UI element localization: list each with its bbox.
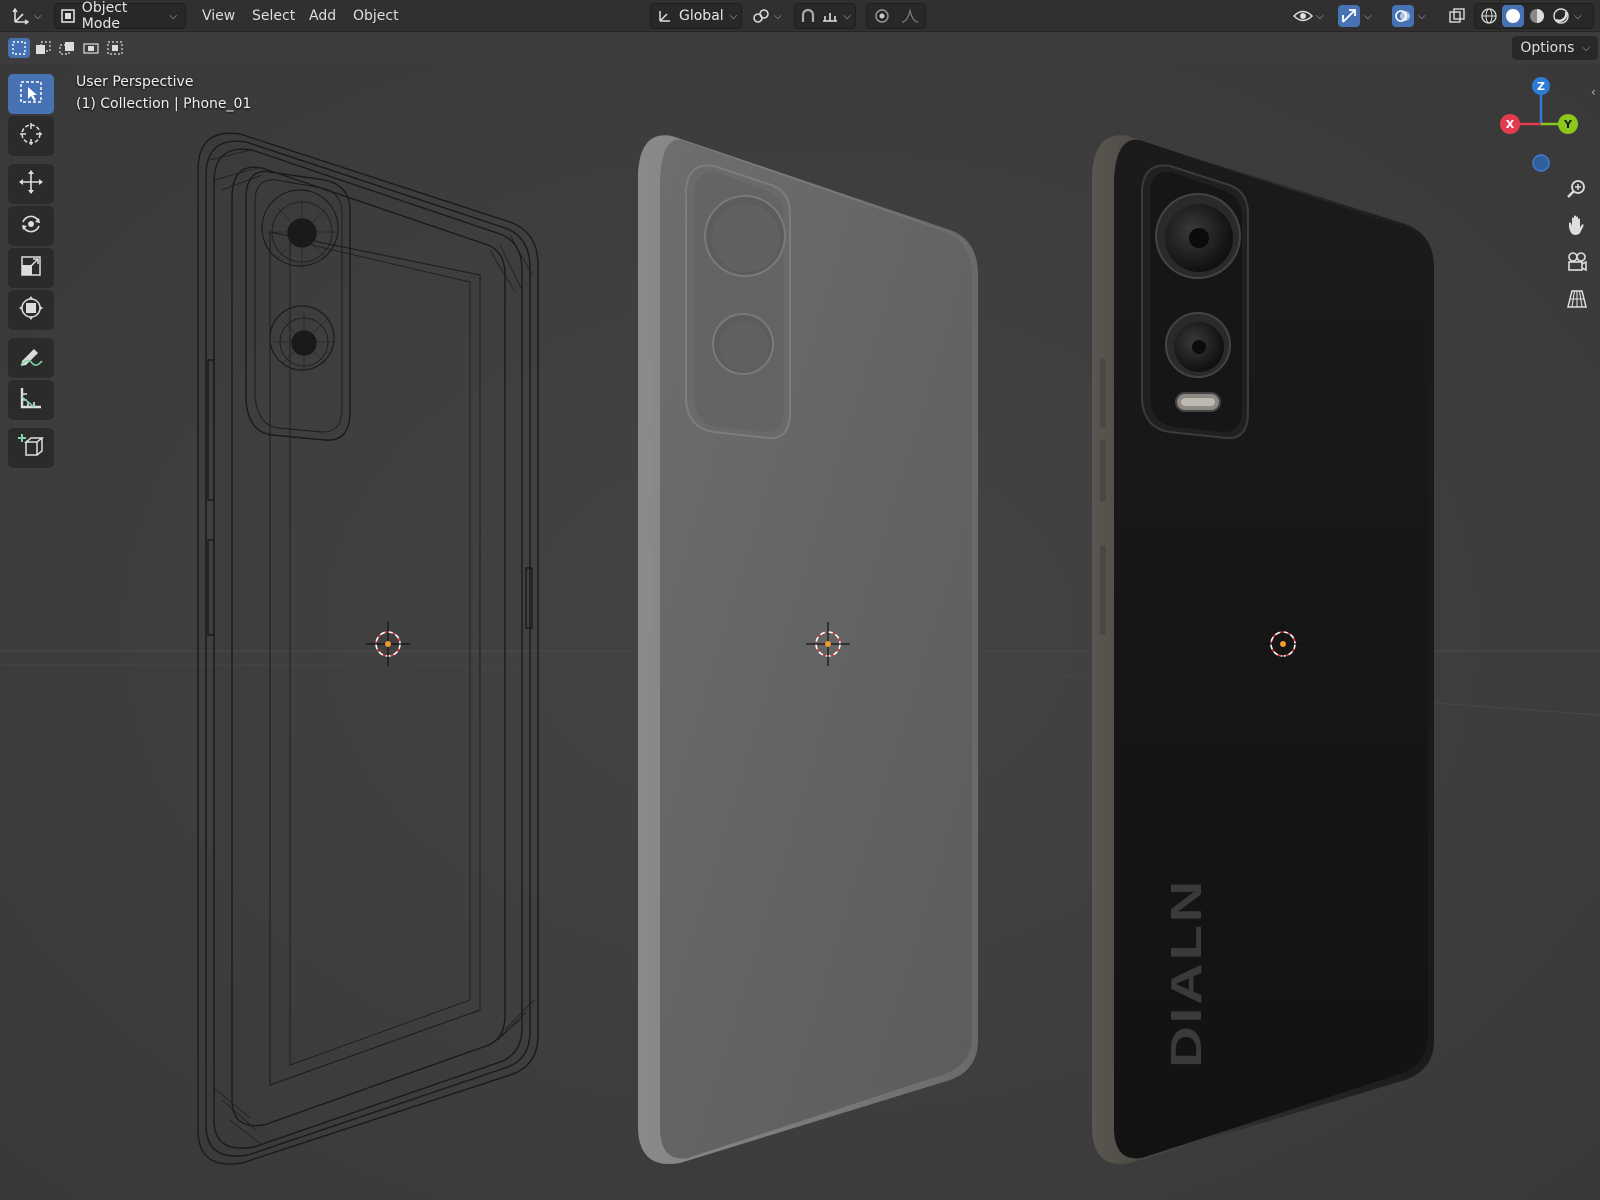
- editor-type-dropdown[interactable]: ⌵: [10, 3, 46, 29]
- tool-cursor[interactable]: [8, 116, 54, 156]
- chevron-down-icon: ⌵: [1582, 42, 1590, 54]
- select-box-icon: [18, 79, 44, 109]
- zoom-button[interactable]: [1560, 174, 1594, 208]
- options-label: Options: [1520, 40, 1575, 56]
- menu-add[interactable]: Add: [303, 3, 342, 29]
- tool-add-cube[interactable]: [8, 428, 54, 468]
- mode-label: Object Mode: [81, 0, 128, 32]
- menu-select[interactable]: Select: [246, 3, 301, 29]
- chevron-down-icon: ⌵: [34, 10, 42, 22]
- material-preview-icon[interactable]: [1526, 5, 1548, 27]
- falloff-curve-icon[interactable]: [899, 5, 921, 27]
- chevron-down-icon: ⌵: [1574, 10, 1582, 22]
- sidebar-toggle[interactable]: ‹: [1591, 84, 1600, 99]
- solid-shading-icon[interactable]: [1502, 5, 1524, 27]
- xray-toggle[interactable]: [1446, 3, 1468, 29]
- tool-select-box[interactable]: [8, 74, 54, 114]
- viewport-canvas[interactable]: DIALN Z X Y: [0, 0, 1600, 1200]
- menu-object[interactable]: Object: [347, 3, 405, 29]
- grid-axes-icon: [10, 5, 32, 27]
- tool-measure[interactable]: [8, 380, 54, 420]
- chevron-down-icon: ⌵: [1418, 10, 1426, 22]
- measure-icon: [18, 385, 44, 415]
- collection-info-label: (1) Collection | Phone_01: [76, 96, 252, 112]
- tool-move[interactable]: [8, 164, 54, 204]
- mode-dropdown[interactable]: Object Mode ⌵: [54, 0, 186, 32]
- cursor-icon: [18, 121, 44, 151]
- select-mode-extend-icon[interactable]: [32, 38, 54, 58]
- gizmo-x-label: X: [1506, 118, 1515, 131]
- select-mode-new-icon[interactable]: [8, 38, 30, 58]
- snapping-group[interactable]: ⌵: [794, 3, 856, 29]
- gizmo-toggle-group[interactable]: ⌵: [1338, 3, 1384, 29]
- shading-mode-group[interactable]: ⌵: [1474, 3, 1594, 29]
- camera-icon: [1566, 251, 1588, 277]
- chevron-down-icon: ⌵: [1364, 10, 1372, 22]
- overlays-icon[interactable]: [1392, 5, 1414, 27]
- orientation-icon: [657, 5, 673, 27]
- chevron-down-icon: ⌵: [169, 10, 177, 22]
- wireframe-shading-icon[interactable]: [1478, 5, 1500, 27]
- pivot-point-dropdown[interactable]: ⌵: [750, 3, 788, 29]
- annotate-pencil-icon: [18, 343, 44, 373]
- viewport-header: ⌵ Object Mode ⌵ View Select Add Object G…: [0, 0, 1600, 32]
- gizmo-z-label: Z: [1537, 80, 1545, 93]
- hand-icon: [1566, 214, 1588, 240]
- tool-scale[interactable]: [8, 248, 54, 288]
- select-mode-intersect-icon[interactable]: [104, 38, 126, 58]
- proportional-edit-icon[interactable]: [871, 5, 893, 27]
- move-icon: [18, 169, 44, 199]
- magnet-icon[interactable]: [799, 5, 817, 27]
- zoom-icon: [1566, 178, 1588, 204]
- chevron-down-icon: ⌵: [774, 10, 782, 22]
- rendered-shading-icon[interactable]: [1550, 5, 1572, 27]
- xray-icon: [1446, 5, 1468, 27]
- view-name-label: User Perspective: [76, 74, 194, 90]
- tool-annotate[interactable]: [8, 338, 54, 378]
- tool-rotate[interactable]: [8, 206, 54, 246]
- scale-icon: [18, 253, 44, 283]
- menu-view[interactable]: View: [196, 3, 241, 29]
- add-cube-icon: [17, 432, 45, 464]
- overlays-group[interactable]: ⌵: [1392, 3, 1438, 29]
- chevron-down-icon: ⌵: [1316, 10, 1324, 22]
- eye-icon: [1292, 5, 1314, 27]
- rotate-icon: [18, 211, 44, 241]
- gizmo-toggle-icon[interactable]: [1338, 5, 1360, 27]
- chevron-down-icon: ⌵: [843, 10, 851, 22]
- options-dropdown[interactable]: Options ⌵: [1512, 36, 1598, 60]
- chevron-down-icon: ⌵: [729, 10, 738, 22]
- tool-settings-row: [0, 32, 1600, 64]
- perspective-toggle-button[interactable]: [1560, 284, 1594, 318]
- textured-black-phone[interactable]: DIALN: [1092, 135, 1434, 1165]
- tool-transform[interactable]: [8, 290, 54, 330]
- link-icon: [750, 5, 772, 27]
- chevron-left-icon: ‹: [1591, 85, 1596, 99]
- pan-button[interactable]: [1560, 210, 1594, 244]
- proportional-editing-group[interactable]: [866, 3, 926, 29]
- transform-icon: [18, 295, 44, 325]
- select-mode-invert-icon[interactable]: [80, 38, 102, 58]
- phone-logo: DIALN: [1162, 878, 1211, 1068]
- transform-orientation-dropdown[interactable]: Global ⌵: [650, 3, 742, 29]
- select-mode-subtract-icon[interactable]: [56, 38, 78, 58]
- object-mode-icon: [61, 5, 76, 27]
- grid-perspective-icon: [1566, 288, 1588, 314]
- solid-grey-phone[interactable]: [638, 135, 978, 1165]
- camera-view-button[interactable]: [1560, 247, 1594, 281]
- orientation-label: Global: [679, 8, 724, 24]
- visibility-dropdown[interactable]: ⌵: [1292, 3, 1328, 29]
- gizmo-y-label: Y: [1563, 118, 1573, 131]
- snap-increment-icon[interactable]: [821, 5, 839, 27]
